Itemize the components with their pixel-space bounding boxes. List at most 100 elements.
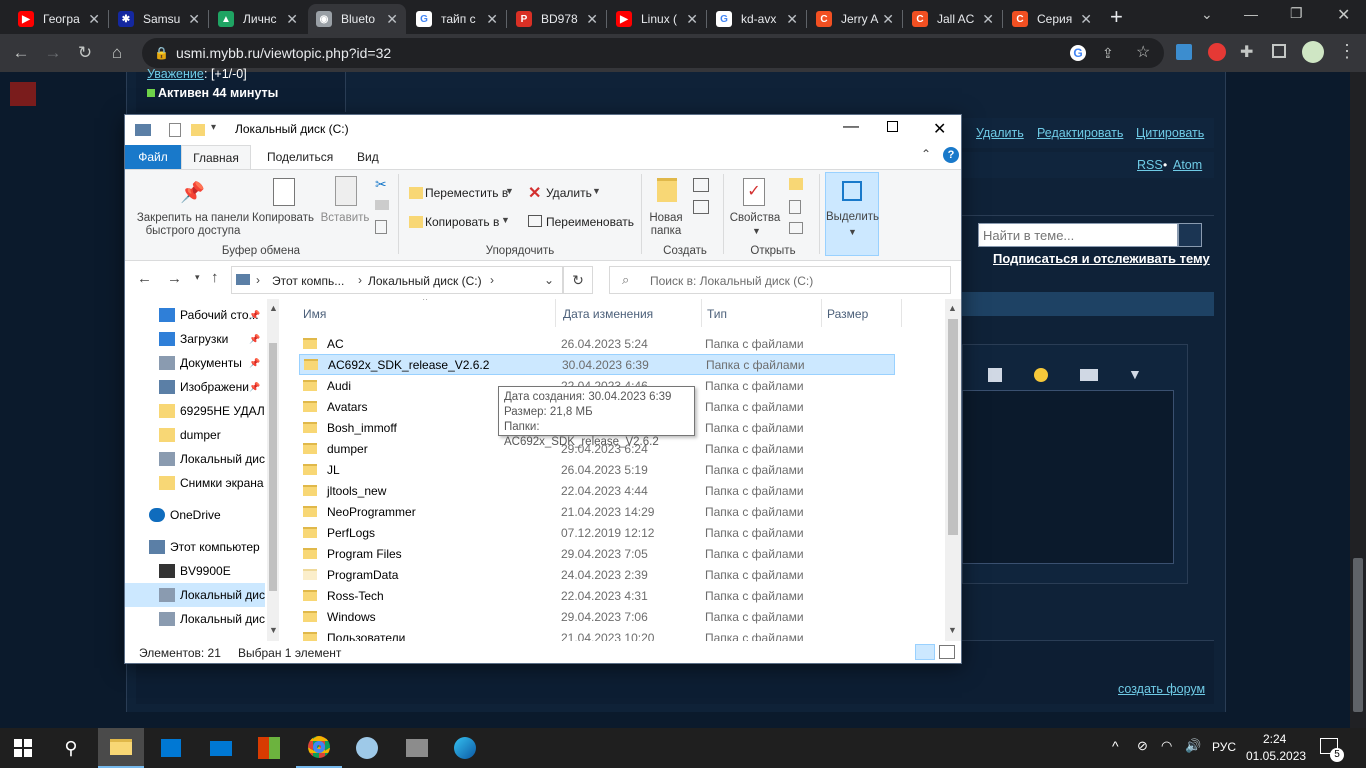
minimize-icon[interactable]: — (1244, 6, 1258, 22)
close-icon[interactable]: ✕ (1337, 5, 1350, 25)
refresh-icon[interactable]: ↻ (563, 266, 593, 294)
quick-access-dropdown-icon[interactable]: ▾ (211, 122, 216, 133)
file-row[interactable]: ProgramData 24.04.2023 2:39 Папка с файлам… (299, 564, 895, 585)
wifi-icon[interactable]: ◠ (1161, 738, 1172, 754)
browser-tab[interactable]: C Серия ✕ (1004, 4, 1100, 34)
reload-icon[interactable]: ↻ (74, 42, 96, 64)
share-icon[interactable]: ⇪ (1102, 38, 1114, 68)
taskbar-store[interactable] (148, 728, 194, 768)
taskbar-app3[interactable] (394, 728, 440, 768)
atom-link[interactable]: Atom (1173, 158, 1202, 172)
extension-download-icon[interactable] (1176, 44, 1192, 60)
address-bar[interactable]: 🔒 usmi.mybb.ru/viewtopic.php?id=32 G ⇪ ☆ (142, 38, 1164, 68)
browser-tab[interactable]: ▲ Личнс ✕ (210, 4, 306, 34)
browser-tab[interactable]: C Jerry A ✕ (808, 4, 902, 34)
nav-item[interactable]: Этот компьютер (125, 535, 265, 559)
column-divider[interactable] (821, 299, 822, 327)
recent-locations-icon[interactable]: ▾ (195, 272, 200, 283)
start-button[interactable] (0, 728, 46, 768)
tab-home[interactable]: Главная (181, 145, 251, 169)
tab-close-icon[interactable]: ✕ (386, 11, 398, 28)
column-header-name[interactable]: Имя (303, 307, 326, 321)
collapse-ribbon-icon[interactable]: ⌃ (921, 147, 931, 161)
paste-button[interactable]: Вставить (319, 212, 371, 224)
nav-item[interactable]: Документы 📌 (125, 351, 265, 375)
details-view-icon[interactable] (915, 644, 935, 660)
breadcrumb-this-pc[interactable]: Этот компь... (272, 274, 344, 288)
browser-tab[interactable]: ▶ Linux (✕ (608, 4, 706, 34)
tab-close-icon[interactable]: ✕ (486, 11, 498, 28)
column-header-type[interactable]: Тип (707, 307, 727, 321)
network-globe-icon[interactable]: ⊘ (1137, 738, 1148, 754)
nav-item[interactable]: Локальный дис (125, 447, 265, 471)
delete-button[interactable]: Удалить (546, 186, 592, 200)
paste-shortcut-icon[interactable] (375, 220, 387, 234)
nav-item[interactable]: Снимки экрана (125, 471, 265, 495)
delete-post-link[interactable]: Удалить (976, 126, 1024, 140)
new-tab-icon[interactable]: + (1110, 6, 1123, 28)
new-folder-button[interactable]: Новая папка (645, 212, 687, 238)
browser-tab[interactable]: ◉ Blueto ✕ (308, 4, 406, 34)
tab-close-icon[interactable]: ✕ (1080, 11, 1092, 28)
sidepanel-icon[interactable] (1272, 44, 1286, 58)
profile-avatar[interactable] (1302, 41, 1324, 63)
pin-button[interactable]: Закрепить на панели быстрого доступа (131, 212, 255, 238)
explorer-close-icon[interactable]: ✕ (933, 119, 946, 139)
address-dropdown-icon[interactable]: ⌄ (544, 273, 554, 287)
properties-button[interactable]: Свойства (727, 212, 783, 224)
properties-dropdown-icon[interactable]: ▼ (752, 226, 761, 236)
file-row[interactable]: Program Files 29.04.2023 7:05 Папка с файл… (299, 543, 895, 564)
extensions-puzzle-icon[interactable]: ✚ (1240, 42, 1253, 62)
reply-textarea[interactable] (962, 390, 1174, 564)
rss-link[interactable]: RSS (1137, 158, 1163, 172)
keyboard-tool-icon[interactable] (1080, 369, 1098, 381)
topic-search-button[interactable] (1178, 223, 1202, 247)
breadcrumb-local-disk[interactable]: Локальный диск (C:) (368, 274, 482, 288)
file-row[interactable]: NeoProgrammer 21.04.2023 14:29 Папка с фай… (299, 501, 895, 522)
quote-post-link[interactable]: Цитировать (1136, 126, 1204, 140)
explorer-minimize-icon[interactable]: — (843, 118, 859, 136)
nav-item[interactable]: 69295НЕ УДАЛЯ (125, 399, 265, 423)
column-divider[interactable] (555, 299, 556, 327)
select-button[interactable]: Выделить ▼ (825, 172, 879, 256)
file-row[interactable]: Ross-Tech 22.04.2023 4:31 Папка с файлами (299, 585, 895, 606)
taskbar-app[interactable] (246, 728, 292, 768)
delete-dropdown-icon[interactable]: ▼ (592, 186, 601, 196)
cut-icon[interactable]: ✂ (375, 176, 387, 193)
browser-tab[interactable]: ▶ Геогра ✕ (10, 4, 108, 34)
column-header-date[interactable]: Дата изменения (563, 307, 653, 321)
copy-path-icon[interactable] (375, 200, 389, 210)
copy-button[interactable]: Копировать (251, 212, 315, 224)
column-divider[interactable] (701, 299, 702, 327)
subscribe-link[interactable]: Подписаться и отслеживать тему (993, 251, 1210, 266)
file-row[interactable]: AC692x_SDK_release_V2.6.2 30.04.2023 6:39… (299, 354, 895, 375)
list-scrollbar-thumb[interactable] (948, 319, 958, 535)
copy-to-button[interactable]: Копировать в (425, 215, 499, 229)
tab-close-icon[interactable]: ✕ (586, 11, 598, 28)
copy-to-dropdown-icon[interactable]: ▼ (501, 215, 510, 225)
nav-back-icon[interactable]: ← (137, 270, 152, 287)
clock-date[interactable]: 01.05.2023 (1246, 749, 1306, 763)
tab-close-icon[interactable]: ✕ (286, 11, 298, 28)
new-folder-quick-icon[interactable] (191, 124, 205, 136)
google-icon[interactable]: G (1070, 45, 1086, 61)
taskbar-file-explorer[interactable] (98, 728, 144, 768)
tab-file[interactable]: Файл (125, 145, 181, 169)
nav-scroll-up-icon[interactable]: ▲ (269, 303, 278, 313)
page-scrollbar-thumb[interactable] (1353, 558, 1363, 712)
rename-button[interactable]: Переименовать (546, 215, 634, 229)
column-divider[interactable] (901, 299, 902, 327)
large-icons-view-icon[interactable] (939, 645, 955, 659)
browser-tab[interactable]: Gkd-avx ✕ (708, 4, 806, 34)
nav-forward-icon[interactable]: → (167, 270, 182, 287)
file-row[interactable]: Windows 29.04.2023 7:06 Папка с файлами (299, 606, 895, 627)
taskbar-mail[interactable] (198, 728, 244, 768)
file-row[interactable]: JL 26.04.2023 5:19 Папка с файлами (299, 459, 895, 480)
create-forum-link[interactable]: создать форум (1118, 682, 1205, 696)
tab-close-icon[interactable]: ✕ (882, 11, 894, 28)
open-icon[interactable] (789, 178, 803, 190)
tab-view[interactable]: Вид (345, 145, 391, 169)
file-row[interactable]: AC 26.04.2023 5:24 Папка с файлами (299, 333, 895, 354)
browser-tab[interactable]: C Jall AC ✕ (904, 4, 1002, 34)
browser-tab[interactable]: P BD978 ✕ (508, 4, 606, 34)
